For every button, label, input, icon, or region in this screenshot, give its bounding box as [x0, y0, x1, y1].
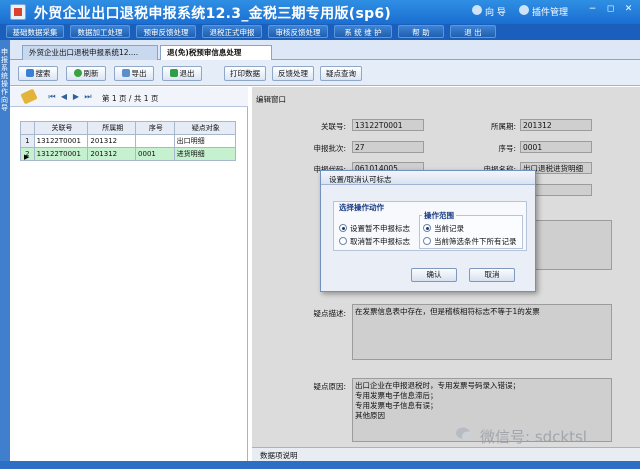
set-cancel-flag-dialog: 设置/取消认可标志 选择操作动作 设置暂不申报标志 取消暂不申报标志 操作范围 …: [320, 170, 536, 292]
guide-icon[interactable]: [472, 5, 482, 15]
col-seq[interactable]: 序号: [135, 121, 175, 135]
wechat-watermark: 微信号: sdcktsl: [480, 428, 587, 446]
seq-field[interactable]: 0001: [520, 141, 592, 153]
row-number: 1: [20, 134, 35, 148]
current-row-indicator-icon: ▶: [24, 153, 30, 161]
menu-system-maintenance[interactable]: 系 统 维 护: [334, 25, 392, 38]
doubt-query-button[interactable]: 疑点查询: [320, 66, 362, 81]
link-no-field[interactable]: 13122T0001: [352, 119, 424, 131]
batch-label: 申报批次:: [313, 144, 346, 153]
radio-current-record[interactable]: [423, 224, 431, 232]
export-button[interactable]: 导出: [114, 66, 154, 81]
seq-label: 序号:: [498, 144, 516, 153]
toolbar: 搜索 刷新 导出 退出 打印数据 反馈处理 疑点查询: [10, 60, 640, 86]
col-period[interactable]: 所属期: [87, 121, 137, 135]
menu-data-processing[interactable]: 数据加工处理: [70, 25, 130, 38]
close-button[interactable]: ✕: [622, 3, 635, 16]
search-button[interactable]: 搜索: [18, 66, 58, 81]
exit-icon: [169, 69, 178, 77]
main-menu-bar: 基础数据采集 数据加工处理 预审反馈处理 退税正式申报 审核反馈处理 系 统 维…: [0, 24, 640, 40]
batch-field[interactable]: 27: [352, 141, 424, 153]
search-icon: [25, 69, 34, 77]
menu-pre-review-feedback[interactable]: 预审反馈处理: [136, 25, 196, 38]
tab-pre-review[interactable]: 退(免)税预审信息处理: [160, 45, 272, 60]
doubt-desc-field[interactable]: 在发票信息表中存在，但是稽核相符标志不等于1的发票: [352, 304, 612, 360]
export-icon: [121, 69, 130, 77]
document-tabs: 外贸企业出口退税申报系统12.... 退(免)税预审信息处理: [10, 40, 640, 60]
first-page-icon[interactable]: ⏮: [48, 92, 56, 101]
field-description-tab-bar: 数据项说明: [252, 447, 640, 461]
guide-link[interactable]: 向 导: [485, 5, 506, 18]
dialog-title-bar[interactable]: 设置/取消认可标志: [321, 171, 535, 185]
refresh-icon: [73, 69, 82, 77]
app-logo-icon: [10, 4, 26, 20]
page-indicator: 第 1 页 / 共 1 页: [102, 94, 159, 103]
plugin-icon[interactable]: [519, 5, 529, 15]
status-bar: [0, 461, 640, 469]
exit-button[interactable]: 退出: [162, 66, 202, 81]
dialog-title: 设置/取消认可标志: [329, 175, 392, 184]
pencil-icon[interactable]: [20, 88, 38, 105]
col-doubt-object[interactable]: 疑点对象: [173, 121, 237, 135]
radio-current-record-label[interactable]: 当前记录: [434, 223, 464, 234]
table-row-selected[interactable]: 2 13122T0001 201312 0001 进货明细: [20, 147, 237, 161]
plugin-manager-link[interactable]: 插件管理: [532, 5, 568, 18]
action-group-label: 选择操作动作: [337, 202, 386, 213]
cell-doubt-object[interactable]: 进货明细: [173, 147, 237, 161]
cell-link-no[interactable]: 13122T0001: [33, 134, 89, 148]
period-field[interactable]: 201312: [520, 119, 592, 131]
radio-set-no-declare[interactable]: [339, 224, 347, 232]
feedback-process-button[interactable]: 反馈处理: [272, 66, 314, 81]
app-title: 外贸企业出口退税申报系统12.3_金税三期专用版(sp6): [34, 6, 392, 22]
table-row[interactable]: 1 13122T0001 201312 出口明细: [20, 134, 237, 148]
radio-all-filtered[interactable]: [423, 237, 431, 245]
cell-seq[interactable]: [135, 134, 175, 148]
row-number-header: [20, 121, 35, 135]
last-page-icon[interactable]: ⏭: [84, 92, 92, 101]
range-group-label: 操作范围: [422, 210, 456, 221]
next-page-icon[interactable]: ▶: [72, 92, 80, 101]
doubt-desc-label: 疑点描述:: [313, 309, 346, 318]
declaration-guide-label[interactable]: 申报系统操作向导: [1, 48, 9, 112]
menu-formal-declaration[interactable]: 退税正式申报: [202, 25, 262, 38]
link-no-label: 关联号:: [320, 122, 346, 131]
doubt-reason-label: 疑点原因:: [313, 382, 346, 391]
radio-cancel-no-declare[interactable]: [339, 237, 347, 245]
period-label: 所属期:: [490, 122, 516, 131]
cell-doubt-object[interactable]: 出口明细: [173, 134, 237, 148]
radio-cancel-no-declare-label[interactable]: 取消暂不申报标志: [350, 236, 410, 247]
tab-field-description[interactable]: 数据项说明: [260, 450, 298, 461]
confirm-button[interactable]: 确认: [411, 268, 457, 282]
refresh-button[interactable]: 刷新: [66, 66, 106, 81]
menu-exit[interactable]: 退 出: [450, 25, 496, 38]
pager-bar: ⏮ ◀ ▶ ⏭ 第 1 页 / 共 1 页: [10, 87, 248, 107]
wechat-icon: [456, 427, 474, 441]
cell-period[interactable]: 201312: [87, 147, 137, 161]
col-link-no[interactable]: 关联号: [33, 121, 89, 135]
cell-period[interactable]: 201312: [87, 134, 137, 148]
radio-set-no-declare-label[interactable]: 设置暂不申报标志: [350, 223, 410, 234]
edit-window-title: 编辑窗口: [256, 95, 286, 104]
menu-basic-data[interactable]: 基础数据采集: [6, 25, 64, 38]
table-header-row: 关联号 所属期 序号 疑点对象: [20, 121, 237, 135]
print-data-button[interactable]: 打印数据: [224, 66, 266, 81]
doubt-record-table: 关联号 所属期 序号 疑点对象 1 13122T0001 201312 出口明细…: [20, 121, 237, 161]
title-bar: 外贸企业出口退税申报系统12.3_金税三期专用版(sp6) 向 导 插件管理 −…: [0, 0, 640, 24]
cancel-button[interactable]: 取消: [469, 268, 515, 282]
cell-link-no[interactable]: 13122T0001: [33, 147, 89, 161]
menu-audit-feedback[interactable]: 审核反馈处理: [268, 25, 328, 38]
minimize-button[interactable]: −: [586, 3, 599, 16]
menu-help[interactable]: 帮 助: [398, 25, 444, 38]
cell-seq[interactable]: 0001: [135, 147, 175, 161]
prev-page-icon[interactable]: ◀: [60, 92, 68, 101]
maximize-button[interactable]: ◻: [604, 3, 617, 16]
tab-home[interactable]: 外贸企业出口退税申报系统12....: [22, 45, 158, 60]
radio-all-filtered-label[interactable]: 当前筛选条件下所有记录: [434, 236, 517, 247]
